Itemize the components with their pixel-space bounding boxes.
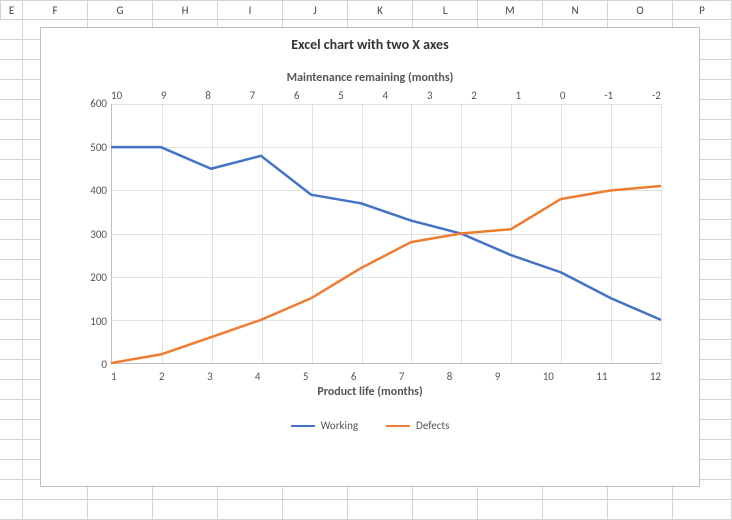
primary-x-axis-ticks: 123456789101112	[111, 370, 661, 383]
column-header-row: E F G H I J K L M N O P	[0, 0, 732, 20]
plot-area: 6005004003002001000	[111, 104, 661, 364]
legend-item-working: Working	[291, 419, 358, 432]
col-header[interactable]: O	[608, 0, 673, 20]
y-axis-ticks: 6005004003002001000	[77, 97, 107, 371]
col-header[interactable]: J	[283, 0, 348, 20]
col-header[interactable]: P	[673, 0, 732, 20]
chart-lines-svg	[111, 104, 661, 363]
secondary-x-axis-ticks: 109876543210-1-2	[111, 89, 661, 102]
col-header[interactable]: I	[218, 0, 283, 20]
col-header[interactable]: K	[348, 0, 413, 20]
chart-legend: Working Defects	[41, 419, 699, 432]
col-header[interactable]: L	[413, 0, 478, 20]
spreadsheet-viewport: E F G H I J K L M N O P Excel chart with…	[0, 0, 732, 518]
col-header[interactable]: G	[88, 0, 153, 20]
chart-object[interactable]: Excel chart with two X axes Maintenance …	[40, 27, 700, 487]
legend-item-defects: Defects	[386, 419, 449, 432]
legend-label: Working	[321, 419, 358, 432]
chart-title: Excel chart with two X axes	[41, 36, 699, 53]
legend-label: Defects	[416, 419, 449, 432]
legend-swatch-icon	[291, 425, 315, 427]
col-header[interactable]: F	[23, 0, 88, 20]
col-header-stub[interactable]: E	[0, 0, 23, 20]
col-header[interactable]: M	[478, 0, 543, 20]
col-header[interactable]: N	[543, 0, 608, 20]
col-header[interactable]: H	[153, 0, 218, 20]
legend-swatch-icon	[386, 425, 410, 427]
secondary-x-axis-title: Maintenance remaining (months)	[41, 71, 699, 85]
primary-x-axis-title: Product life (months)	[41, 385, 699, 399]
